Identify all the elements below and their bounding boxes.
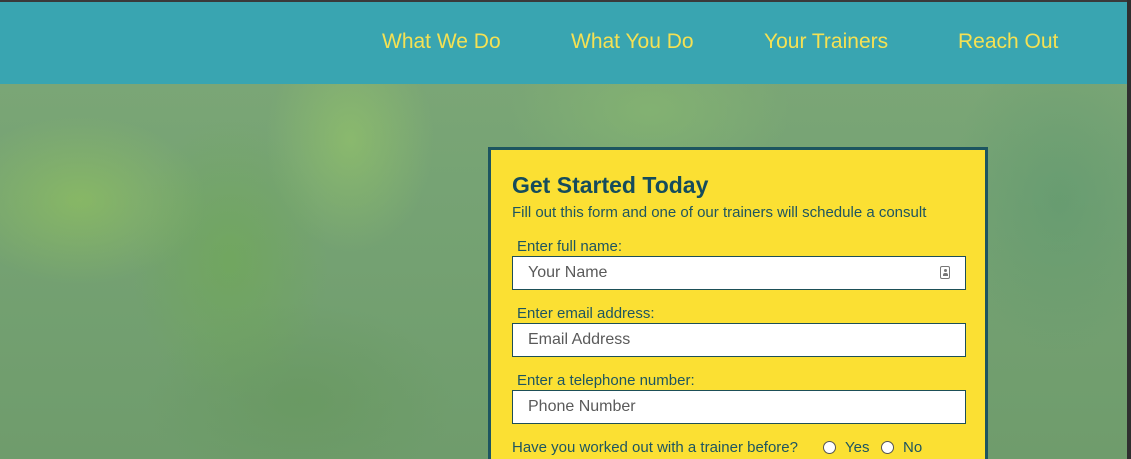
trainer-question-label: Have you worked out with a trainer befor…: [512, 439, 798, 456]
email-input[interactable]: [512, 323, 966, 357]
top-navigation-bar: What We Do What You Do Your Trainers Rea…: [0, 0, 1131, 84]
trainer-yes-radio[interactable]: [823, 441, 836, 454]
nav-link-reach-out[interactable]: Reach Out: [958, 30, 1058, 54]
phone-label: Enter a telephone number:: [517, 372, 695, 389]
signup-form: Get Started Today Fill out this form and…: [488, 147, 988, 459]
window-edge: [1127, 0, 1131, 459]
form-subtitle: Fill out this form and one of our traine…: [512, 204, 927, 221]
trainer-no-label[interactable]: No: [903, 439, 922, 456]
full-name-input[interactable]: [512, 256, 966, 290]
nav-link-what-we-do[interactable]: What We Do: [382, 30, 501, 54]
nav-link-what-you-do[interactable]: What You Do: [571, 30, 694, 54]
nav-link-your-trainers[interactable]: Your Trainers: [764, 30, 888, 54]
full-name-label: Enter full name:: [517, 238, 623, 255]
phone-input[interactable]: [512, 390, 966, 424]
email-label: Enter email address:: [517, 305, 655, 322]
contact-card-icon[interactable]: [940, 266, 950, 279]
trainer-no-radio[interactable]: [881, 441, 894, 454]
trainer-yes-label[interactable]: Yes: [845, 439, 869, 456]
form-title: Get Started Today: [512, 172, 709, 198]
